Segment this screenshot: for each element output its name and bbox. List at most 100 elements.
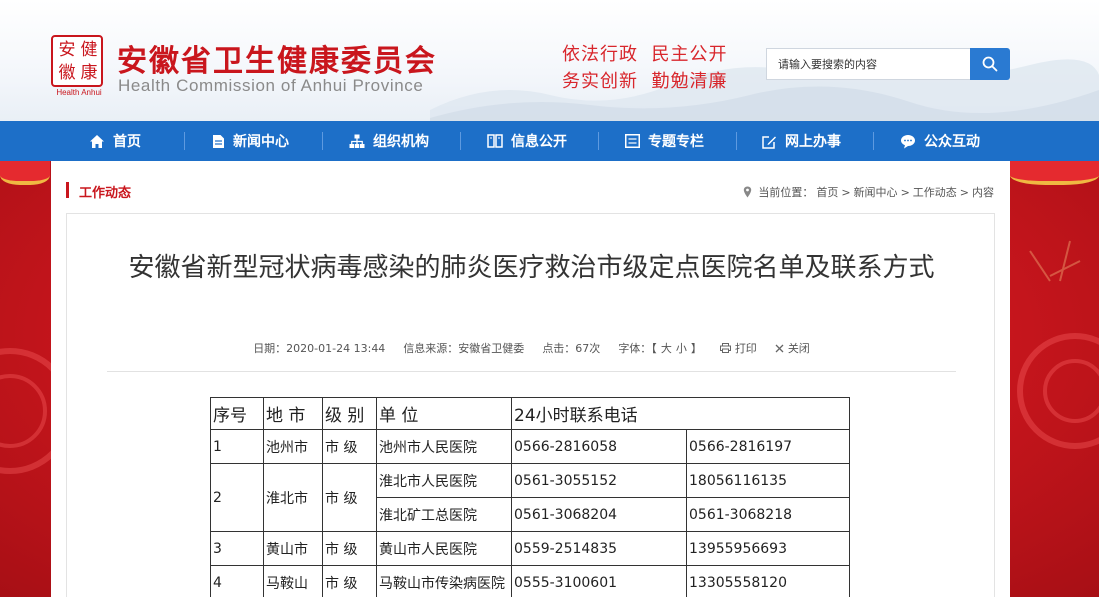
logo-char: 健	[80, 40, 98, 60]
font-size-label: 字体：【	[618, 342, 657, 355]
cell-phone1: 0566-2816058	[511, 429, 687, 464]
content-panel: 工作动态 当前位置： 首页 > 新闻中心 > 工作动态 > 内容 安徽省新型冠状…	[51, 161, 1010, 597]
cell-no: 3	[210, 531, 264, 566]
cell-phone2: 18056116135	[686, 463, 850, 498]
logo-char: 徽	[58, 63, 76, 83]
chat-icon	[901, 134, 915, 148]
breadcrumb-news[interactable]: 新闻中心	[854, 184, 898, 200]
font-size-control: 字体：【 大 小 】	[618, 340, 702, 356]
nav-label: 新闻中心	[233, 134, 289, 150]
org-chart-icon	[349, 134, 365, 148]
list-icon	[625, 134, 640, 148]
nav-item-organization[interactable]: 组织机构	[349, 121, 429, 161]
site-logo[interactable]: 安 健 徽 康	[51, 35, 103, 87]
article-title: 安徽省新型冠状病毒感染的肺炎医疗救治市级定点医院名单及联系方式	[128, 253, 935, 283]
nav-label: 专题专栏	[648, 134, 704, 150]
cell-level: 市 级	[322, 531, 377, 566]
search-button[interactable]	[970, 48, 1010, 80]
article-meta: 日期：2020-01-24 13:44 信息来源：安徽省卫健委 点击：67次 字…	[67, 340, 996, 356]
logo-char: 安	[58, 40, 76, 60]
breadcrumb-separator: >	[959, 185, 969, 199]
header-cell-level: 级 别	[322, 397, 377, 430]
article-date: 日期：2020-01-24 13:44	[253, 342, 386, 355]
cell-unit: 池州市人民医院	[376, 429, 512, 464]
cell-city: 淮北市	[263, 463, 323, 532]
close-label: 关闭	[787, 342, 810, 355]
table-row: 2 淮北市 市 级 淮北市人民医院 0561-3055152 180561161…	[210, 463, 850, 532]
cell-level: 市 级	[322, 565, 377, 597]
header-cell-phone: 24小时联系电话	[511, 397, 850, 430]
cell-phone1: 0555-3100601	[511, 565, 687, 597]
header-cell-no: 序号	[210, 397, 264, 430]
font-size-bracket: 】	[690, 342, 702, 355]
article-clicks: 点击：67次	[542, 342, 601, 355]
article-container: 安徽省新型冠状病毒感染的肺炎医疗救治市级定点医院名单及联系方式 日期：2020-…	[66, 213, 995, 597]
nav-item-online-services[interactable]: 网上办事	[762, 121, 841, 161]
cell-unit: 淮北市人民医院	[376, 463, 512, 498]
nav-item-news[interactable]: 新闻中心	[212, 121, 289, 161]
book-icon	[487, 134, 503, 148]
nav-label: 首页	[113, 134, 141, 150]
nav-item-info-disclosure[interactable]: 信息公开	[487, 121, 567, 161]
table-row: 1 池州市 市 级 池州市人民医院 0566-2816058 0566-2816…	[210, 429, 850, 464]
table-row: 3 黄山市 市 级 黄山市人民医院 0559-2514835 139559566…	[210, 531, 850, 566]
nav-item-public-interaction[interactable]: 公众互动	[900, 121, 980, 161]
nav-divider	[460, 132, 461, 150]
cell-unit: 淮北矿工总医院	[376, 497, 512, 532]
hospital-table: 序号 地 市 级 别 单 位 24小时联系电话 1 池州市 市 级 池州市人民医…	[210, 397, 850, 597]
close-icon	[775, 344, 784, 352]
print-button[interactable]: 打印	[719, 340, 757, 356]
lantern-right-decoration	[1010, 161, 1099, 185]
location-pin-icon	[744, 186, 752, 198]
site-english-title: Health Commission of Anhui Province	[118, 76, 424, 95]
nav-divider	[736, 132, 737, 150]
lantern-left-decoration	[0, 161, 50, 185]
nav-label: 信息公开	[511, 134, 567, 150]
cell-unit: 黄山市人民医院	[376, 531, 512, 566]
nav-divider	[322, 132, 323, 150]
close-button[interactable]: 关闭	[775, 340, 810, 356]
slogan-line-1: 依法行政 民主公开	[562, 44, 728, 65]
font-large-button[interactable]: 大	[661, 340, 672, 356]
cell-no: 1	[210, 429, 264, 464]
site-title[interactable]: 安徽省卫生健康委员会	[117, 36, 437, 80]
table-row: 4 马鞍山 市 级 马鞍山市传染病医院 0555-3100601 1330555…	[210, 565, 850, 597]
logo-char: 康	[80, 63, 98, 83]
nav-divider	[873, 132, 874, 150]
cell-city: 池州市	[263, 429, 323, 464]
cell-phone2: 13955956693	[686, 531, 850, 566]
print-label: 打印	[734, 342, 757, 355]
printer-icon	[719, 343, 731, 353]
nav-label: 组织机构	[373, 134, 429, 150]
header-cell-unit: 单 位	[376, 397, 512, 430]
cell-no: 2	[210, 463, 264, 532]
meta-divider	[107, 371, 956, 372]
breadcrumb-home[interactable]: 首页	[816, 184, 838, 200]
search-icon	[982, 56, 998, 72]
nav-item-special-topics[interactable]: 专题专栏	[625, 121, 704, 161]
breadcrumb-prefix: 当前位置：	[758, 186, 814, 199]
cell-level: 市 级	[322, 463, 377, 532]
home-icon	[90, 134, 104, 148]
table-header-row: 序号 地 市 级 别 单 位 24小时联系电话	[210, 397, 850, 430]
nav-item-home[interactable]: 首页	[89, 121, 141, 161]
cell-no: 4	[210, 565, 264, 597]
breadcrumb-current: 内容	[972, 186, 994, 199]
document-icon	[213, 134, 224, 148]
section-title[interactable]: 工作动态	[79, 182, 131, 201]
site-header: 安 健 徽 康 Health Anhui 安徽省卫生健康委员会 Health C…	[0, 0, 1099, 121]
nav-divider	[184, 132, 185, 150]
cell-phone1: 0561-3055152	[511, 463, 687, 498]
main-nav: 首页 新闻中心 组织机构 信息公开 专题专栏 网上办事 公众互动	[0, 121, 1099, 161]
cell-level: 市 级	[322, 429, 377, 464]
breadcrumb-work-news[interactable]: 工作动态	[913, 184, 957, 200]
article-source: 信息来源：安徽省卫健委	[403, 342, 525, 355]
header-cell-city: 地 市	[263, 397, 323, 430]
font-small-button[interactable]: 小	[676, 340, 687, 356]
nav-label: 网上办事	[785, 134, 841, 150]
search-input[interactable]	[767, 49, 972, 79]
breadcrumb-separator: >	[900, 185, 910, 199]
cell-phone1: 0561-3068204	[511, 497, 687, 532]
cell-phone2: 0561-3068218	[686, 497, 850, 532]
cell-city: 马鞍山	[263, 565, 323, 597]
